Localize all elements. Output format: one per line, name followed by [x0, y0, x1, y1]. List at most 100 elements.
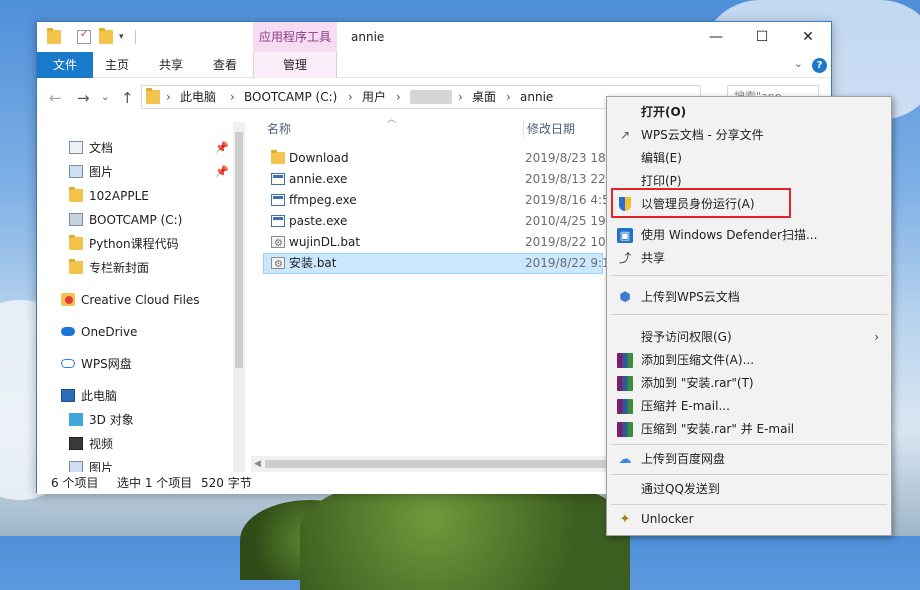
3d-objects-icon [69, 413, 83, 426]
file-date: 2019/8/22 10 [525, 235, 606, 249]
breadcrumb-annie[interactable]: annie [520, 86, 553, 108]
up-button[interactable]: ↑ [121, 89, 134, 107]
help-icon[interactable]: ? [812, 58, 827, 73]
breadcrumb-desktop[interactable]: 桌面 [472, 86, 496, 108]
folder-icon [69, 235, 83, 250]
breadcrumb-bootcamp[interactable]: BOOTCAMP (C:) [244, 86, 337, 108]
batch-file-icon [271, 254, 285, 275]
forward-button[interactable]: → [77, 89, 90, 107]
file-date: 2019/8/23 18 [525, 151, 606, 165]
highlight-box [611, 188, 791, 218]
folder-icon [271, 150, 285, 164]
file-row-selected[interactable]: 安装.bat 2019/8/22 9:1 [263, 253, 610, 275]
customize-quick-access-icon[interactable]: ▾ [119, 30, 133, 44]
tab-home[interactable]: 主页 [93, 52, 141, 78]
app-tools-context-header: 应用程序工具 [253, 22, 337, 52]
expand-ribbon-icon[interactable]: ⌄ [794, 57, 803, 70]
ribbon: 文件 主页 共享 查看 管理 ⌄ ? [37, 52, 831, 78]
nav-item-label: 图片 [89, 165, 114, 179]
pin-icon[interactable]: 📌 [215, 160, 229, 184]
share-icon: ↗ [619, 128, 631, 142]
menu-item-add-to-rar[interactable]: 添加到 "安装.rar"(T) [607, 372, 891, 395]
exe-icon [271, 194, 285, 206]
menu-item-label: 添加到压缩文件(A)... [641, 353, 755, 367]
breadcrumb-this-pc[interactable]: 此电脑 [180, 86, 216, 108]
breadcrumb-separator: › [166, 90, 171, 104]
folder-icon [69, 187, 83, 202]
nav-item-label: 专栏新封面 [89, 261, 150, 275]
menu-item-open[interactable]: 打开(O) [607, 101, 891, 124]
menu-item-share[interactable]: ⤴ 共享 [607, 247, 891, 270]
pin-icon[interactable]: 📌 [215, 136, 229, 160]
file-name: 安装.bat [289, 256, 337, 270]
submenu-arrow-icon: › [874, 330, 879, 344]
tab-manage[interactable]: 管理 [253, 52, 337, 78]
menu-item-defender-scan[interactable]: ▣ 使用 Windows Defender扫描... [607, 224, 891, 247]
column-header-name[interactable]: 名称 [267, 116, 291, 142]
nav-item-label: 此电脑 [81, 389, 118, 403]
creative-cloud-icon [61, 293, 75, 306]
nav-scroll-thumb[interactable] [235, 132, 243, 368]
file-row[interactable]: Download 2019/8/23 18 [263, 148, 606, 169]
close-button[interactable]: ✕ [785, 22, 831, 52]
file-date: 2019/8/16 4:5 [525, 193, 610, 207]
window-title: annie [351, 30, 385, 44]
recent-locations-button[interactable]: ⌄ [101, 92, 109, 103]
file-date: 2019/8/22 9:1 [525, 256, 610, 270]
new-folder-icon[interactable] [99, 28, 113, 44]
menu-item-label: 使用 Windows Defender扫描... [641, 228, 818, 242]
nav-item-label: OneDrive [81, 325, 138, 339]
file-date: 2010/4/25 19 [525, 214, 606, 228]
document-icon [69, 141, 83, 154]
video-icon [69, 437, 83, 450]
scroll-left-icon[interactable]: ◀ [254, 456, 261, 472]
menu-item-label: 共享 [641, 251, 666, 265]
file-row[interactable]: ffmpeg.exe 2019/8/16 4:5 [263, 190, 610, 211]
tab-view[interactable]: 查看 [201, 52, 249, 78]
menu-item-wps-share[interactable]: ↗ WPS云文档 - 分享文件 [607, 124, 891, 147]
menu-item-label: WPS云文档 - 分享文件 [641, 128, 764, 142]
menu-item-compress-rar-email[interactable]: 压缩到 "安装.rar" 并 E-mail [607, 418, 891, 441]
properties-icon[interactable]: ✓ [77, 29, 91, 44]
column-divider[interactable] [523, 120, 524, 138]
context-menu: 打开(O) ↗ WPS云文档 - 分享文件 编辑(E) 打印(P) 以管理员身份… [606, 96, 892, 536]
tab-file[interactable]: 文件 [37, 52, 93, 78]
menu-separator [611, 504, 887, 505]
maximize-button[interactable]: ☐ [739, 22, 785, 52]
minimize-button[interactable]: — [693, 22, 739, 52]
wps-cloud-icon [61, 359, 75, 368]
menu-item-compress-email[interactable]: 压缩并 E-mail... [607, 395, 891, 418]
breadcrumb-separator: › [458, 90, 463, 104]
menu-item-unlocker[interactable]: ✦ Unlocker [607, 508, 891, 531]
breadcrumb-users[interactable]: 用户 [362, 86, 386, 108]
file-row[interactable]: wujinDL.bat 2019/8/22 10 [263, 232, 606, 254]
title-bar: ✓ ▾ 应用程序工具 annie — ☐ ✕ [37, 22, 831, 52]
file-row[interactable]: annie.exe 2019/8/13 22 [263, 169, 606, 190]
menu-separator [611, 444, 887, 445]
status-size: 520 字节 [201, 476, 252, 490]
menu-item-edit[interactable]: 编辑(E) [607, 147, 891, 170]
file-name: Download [289, 151, 349, 165]
batch-file-icon [271, 233, 285, 254]
menu-separator [611, 275, 887, 276]
menu-item-label: 添加到 "安装.rar"(T) [641, 376, 754, 390]
folder-icon [146, 88, 160, 104]
nav-item-label: 102APPLE [89, 189, 149, 203]
redacted-username [410, 90, 452, 104]
drive-icon [69, 213, 83, 226]
tab-share[interactable]: 共享 [147, 52, 195, 78]
menu-item-upload-baidu[interactable]: ☁ 上传到百度网盘 [607, 448, 891, 471]
menu-item-grant-access[interactable]: 授予访问权限(G) › [607, 326, 891, 349]
baidu-cloud-icon: ☁ [618, 452, 632, 467]
menu-item-upload-wps[interactable]: ⬢ 上传到WPS云文档 [607, 286, 891, 309]
nav-item-label: 图片 [89, 461, 114, 472]
menu-item-send-qq[interactable]: 通过QQ发送到 [607, 478, 891, 501]
winrar-icon [617, 376, 633, 391]
file-row[interactable]: paste.exe 2010/4/25 19 [263, 211, 606, 232]
menu-item-add-to-archive[interactable]: 添加到压缩文件(A)... [607, 349, 891, 372]
pictures-icon [69, 165, 83, 178]
nav-item-label: 文档 [89, 141, 114, 155]
back-button[interactable]: ← [49, 89, 62, 107]
column-header-date[interactable]: 修改日期 [527, 116, 575, 142]
defender-icon: ▣ [617, 228, 633, 243]
